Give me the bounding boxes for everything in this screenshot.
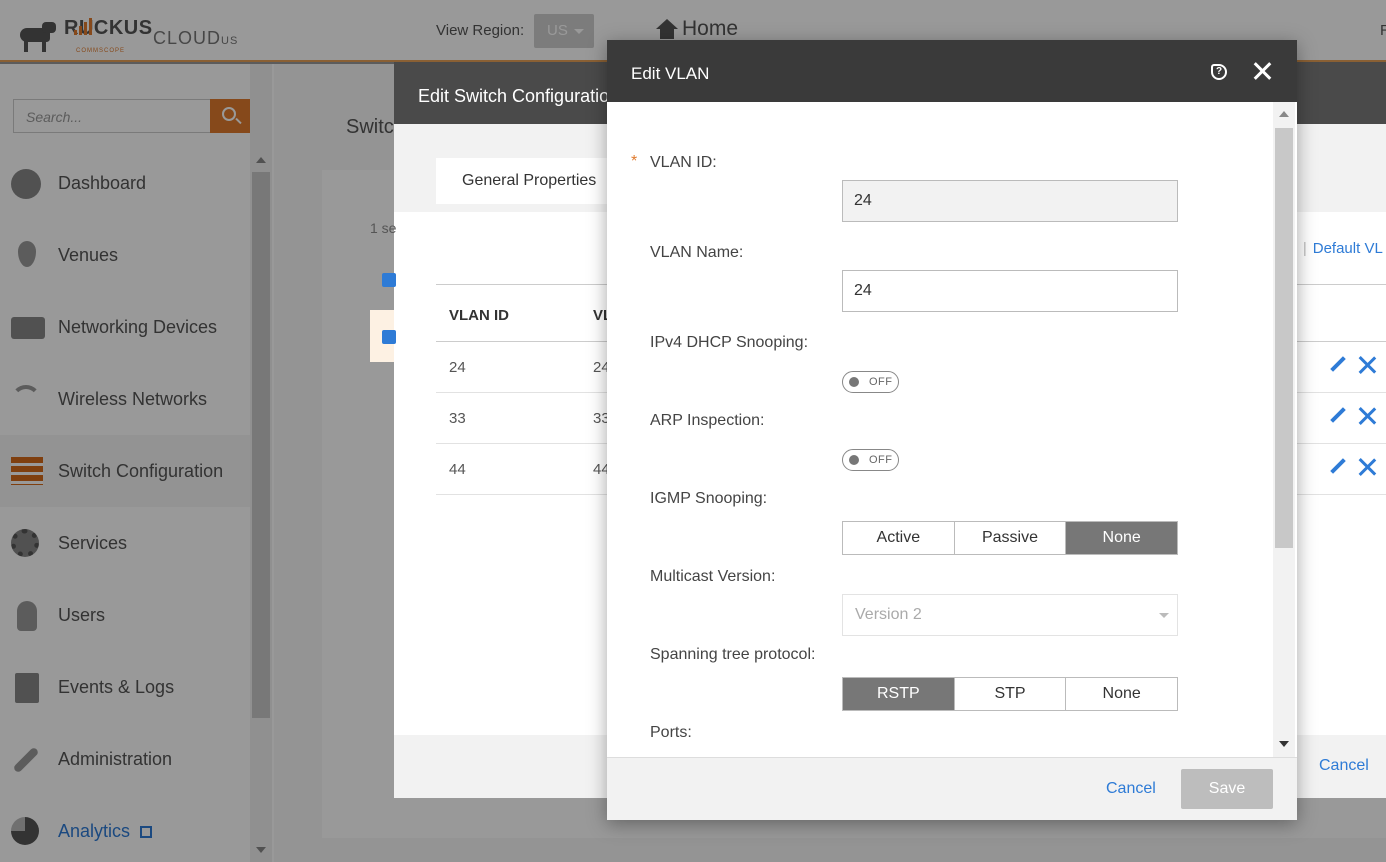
- stp-rstp-button[interactable]: RSTP: [843, 678, 955, 710]
- igmp-active-button[interactable]: Active: [843, 522, 955, 554]
- selected-count: 1 se: [370, 220, 397, 236]
- vlan-id-label: VLAN ID:: [650, 154, 717, 171]
- vlan-name-label: VLAN Name:: [650, 244, 744, 261]
- row-checkbox[interactable]: [382, 330, 396, 344]
- vlan-links: N|Default VL: [1286, 240, 1383, 257]
- arp-inspection-label: ARP Inspection:: [650, 412, 765, 429]
- ports-label: Ports:: [650, 724, 692, 741]
- edit-vlan-modal: Edit VLAN ? * VLAN ID: 24 VLAN Name: 24 …: [607, 40, 1297, 820]
- modal-title: Edit VLAN: [631, 64, 710, 83]
- delete-icon[interactable]: [1358, 407, 1376, 425]
- select-all-checkbox[interactable]: [382, 273, 396, 287]
- scroll-up-icon[interactable]: [1279, 111, 1289, 117]
- stp-stp-button[interactable]: STP: [954, 678, 1067, 710]
- delete-icon[interactable]: [1358, 356, 1376, 374]
- help-icon[interactable]: ?: [1211, 64, 1227, 80]
- column-header-vlan-id[interactable]: VLAN ID: [449, 307, 509, 324]
- tab-general-properties[interactable]: General Properties: [436, 158, 616, 204]
- multicast-version-select[interactable]: Version 2: [842, 594, 1178, 636]
- cancel-button[interactable]: Cancel: [1106, 780, 1156, 798]
- arp-inspection-toggle[interactable]: OFF: [842, 449, 899, 471]
- igmp-snooping-segmented: Active Passive None: [842, 521, 1178, 555]
- required-marker: *: [631, 153, 638, 170]
- igmp-none-button[interactable]: None: [1066, 522, 1178, 554]
- edit-icon[interactable]: [1330, 459, 1346, 475]
- modal-footer: Cancel Save: [607, 757, 1297, 820]
- close-icon[interactable]: [1251, 60, 1273, 82]
- default-vlan-link[interactable]: Default VL: [1313, 240, 1383, 257]
- stp-none-button[interactable]: None: [1066, 678, 1178, 710]
- chevron-down-icon: [1159, 613, 1169, 618]
- dialog-title: Edit Switch Configuratio: [418, 86, 610, 106]
- modal-header: Edit VLAN ?: [607, 40, 1297, 102]
- edit-icon[interactable]: [1330, 357, 1346, 373]
- stp-segmented: RSTP STP None: [842, 677, 1178, 711]
- edit-icon[interactable]: [1330, 408, 1346, 424]
- modal-body: * VLAN ID: 24 VLAN Name: 24 IPv4 DHCP Sn…: [607, 102, 1297, 757]
- scroll-thumb[interactable]: [1275, 128, 1293, 548]
- igmp-passive-button[interactable]: Passive: [954, 522, 1067, 554]
- multicast-version-label: Multicast Version:: [650, 568, 776, 585]
- save-button[interactable]: Save: [1181, 769, 1273, 809]
- vlan-id-field[interactable]: 24: [842, 180, 1178, 222]
- dhcp-snooping-label: IPv4 DHCP Snooping:: [650, 334, 809, 351]
- stp-label: Spanning tree protocol:: [650, 646, 816, 663]
- scroll-down-icon[interactable]: [1279, 741, 1289, 747]
- igmp-snooping-label: IGMP Snooping:: [650, 490, 768, 507]
- dhcp-snooping-toggle[interactable]: OFF: [842, 371, 899, 393]
- modal-scrollbar[interactable]: [1273, 102, 1295, 757]
- cancel-button[interactable]: Cancel: [1319, 757, 1369, 775]
- delete-icon[interactable]: [1358, 458, 1376, 476]
- vlan-name-field[interactable]: 24: [842, 270, 1178, 312]
